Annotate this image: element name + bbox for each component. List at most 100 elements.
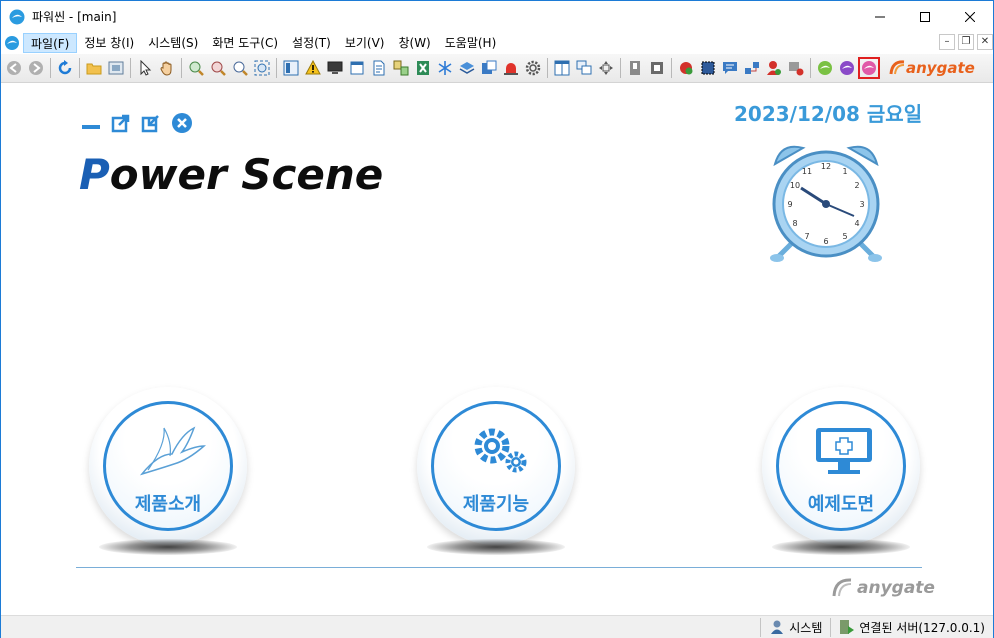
cascade-button[interactable] bbox=[573, 57, 595, 79]
forward-icon bbox=[29, 61, 43, 75]
button-shadow bbox=[99, 539, 237, 555]
monitor-icon bbox=[327, 61, 343, 74]
monitor-button[interactable] bbox=[324, 57, 346, 79]
menu-info-window[interactable]: 정보 창(I) bbox=[77, 33, 141, 53]
product-intro-button[interactable]: 제품소개 bbox=[89, 387, 247, 545]
zoom-in-button[interactable] bbox=[185, 57, 207, 79]
theme-pink-button[interactable] bbox=[858, 57, 880, 79]
message-button[interactable] bbox=[719, 57, 741, 79]
toolbar-separator bbox=[547, 58, 548, 78]
button-shadow bbox=[772, 539, 910, 555]
status-user: 시스템 bbox=[760, 617, 830, 637]
close-graphic-icon[interactable] bbox=[171, 112, 193, 134]
mdi-restore-button[interactable]: ❐ bbox=[958, 34, 974, 50]
refresh-button[interactable] bbox=[54, 57, 76, 79]
menu-file[interactable]: 파일(F) bbox=[23, 33, 78, 53]
settings-button[interactable] bbox=[522, 57, 544, 79]
menu-help[interactable]: 도움말(H) bbox=[438, 33, 504, 53]
minimize-graphic-icon[interactable] bbox=[81, 113, 101, 133]
menu-view[interactable]: 보기(V) bbox=[338, 33, 392, 53]
product-intro-label: 제품소개 bbox=[134, 494, 202, 515]
theme-purple-button[interactable] bbox=[836, 57, 858, 79]
calendar-button[interactable] bbox=[346, 57, 368, 79]
svg-text:9: 9 bbox=[787, 200, 792, 209]
menu-screen-tools[interactable]: 화면 도구(C) bbox=[205, 33, 285, 53]
minimize-button[interactable] bbox=[857, 1, 903, 32]
toolbar: anygate bbox=[1, 54, 993, 83]
maximize-icon bbox=[920, 11, 930, 22]
transfer-button[interactable] bbox=[390, 57, 412, 79]
footer-anygate-text: anygate bbox=[857, 578, 935, 598]
excel-button[interactable] bbox=[412, 57, 434, 79]
save-image-button[interactable] bbox=[105, 57, 127, 79]
split-view-button[interactable] bbox=[551, 57, 573, 79]
event-button[interactable] bbox=[675, 57, 697, 79]
anygate-swoosh-gray-icon bbox=[832, 578, 852, 597]
layers-button[interactable] bbox=[456, 57, 478, 79]
disconnect-button[interactable] bbox=[785, 57, 807, 79]
mdi-close-button[interactable]: ✕ bbox=[977, 34, 993, 50]
layers-icon bbox=[459, 62, 475, 74]
svg-text:5: 5 bbox=[842, 232, 847, 241]
snowflake-button[interactable] bbox=[434, 57, 456, 79]
anygate-logo-text: anygate bbox=[906, 59, 975, 77]
capture-button[interactable] bbox=[697, 57, 719, 79]
svg-text:12: 12 bbox=[821, 162, 831, 171]
siren-button[interactable] bbox=[500, 57, 522, 79]
example-drawings-button[interactable]: 예제도면 bbox=[762, 387, 920, 545]
zoom-out-button[interactable] bbox=[207, 57, 229, 79]
network-icon bbox=[745, 62, 759, 74]
alarm-warning-button[interactable] bbox=[302, 57, 324, 79]
product-features-button[interactable]: 제품기능 bbox=[417, 387, 575, 545]
maximize-button[interactable] bbox=[902, 1, 948, 32]
product-title: Power Scene bbox=[79, 150, 383, 199]
close-icon bbox=[965, 11, 975, 22]
pin-button[interactable] bbox=[624, 57, 646, 79]
pan-hand-button[interactable] bbox=[156, 57, 178, 79]
theme-green-button[interactable] bbox=[814, 57, 836, 79]
restore-graphic-icon[interactable] bbox=[111, 113, 131, 133]
svg-text:11: 11 bbox=[802, 167, 812, 176]
zoom-fit-button[interactable] bbox=[251, 57, 273, 79]
zoom-in-icon bbox=[189, 61, 204, 76]
toolbar-separator bbox=[79, 58, 80, 78]
split-view-icon bbox=[554, 60, 570, 76]
svg-text:2: 2 bbox=[854, 181, 859, 190]
example-drawings-ring: 예제도면 bbox=[776, 401, 906, 531]
anygate-swoosh-icon bbox=[889, 60, 905, 75]
cascade-icon bbox=[576, 60, 592, 75]
svg-text:3: 3 bbox=[859, 200, 864, 209]
toolbar-separator bbox=[620, 58, 621, 78]
maximize-graphic-icon[interactable] bbox=[141, 113, 161, 133]
toolbar-separator bbox=[276, 58, 277, 78]
close-button[interactable] bbox=[947, 1, 993, 32]
bird-icon bbox=[139, 426, 206, 476]
user-alarm-icon bbox=[767, 61, 781, 75]
status-connection-label: 연결된 서버(127.0.0.1) bbox=[859, 620, 985, 635]
zoom-100-button[interactable] bbox=[229, 57, 251, 79]
menu-window[interactable]: 창(W) bbox=[391, 33, 437, 53]
network-button[interactable] bbox=[741, 57, 763, 79]
app-window: 파워씬 - [main] 파일(F) 정보 창(I) 시스템(S) 화면 도구(… bbox=[0, 0, 994, 638]
status-bar: 시스템 연결된 서버(127.0.0.1) bbox=[1, 615, 993, 638]
forward-button[interactable] bbox=[25, 57, 47, 79]
mdi-doc-icon[interactable] bbox=[3, 35, 21, 51]
disconnect-icon bbox=[789, 62, 804, 76]
move-button[interactable] bbox=[595, 57, 617, 79]
panel-button[interactable] bbox=[280, 57, 302, 79]
folder-icon bbox=[86, 63, 102, 75]
select-pointer-button[interactable] bbox=[134, 57, 156, 79]
report-button[interactable] bbox=[368, 57, 390, 79]
exit-button[interactable] bbox=[646, 57, 668, 79]
menu-settings[interactable]: 설정(T) bbox=[285, 33, 338, 53]
product-features-label: 제품기능 bbox=[462, 494, 530, 515]
mdi-minimize-button[interactable]: – bbox=[939, 34, 955, 50]
open-folder-button[interactable] bbox=[83, 57, 105, 79]
database-button[interactable] bbox=[478, 57, 500, 79]
user-alarm-button[interactable] bbox=[763, 57, 785, 79]
back-button[interactable] bbox=[3, 57, 25, 79]
svg-text:6: 6 bbox=[823, 237, 828, 246]
menu-system[interactable]: 시스템(S) bbox=[141, 33, 205, 53]
current-date: 2023/12/08 금요일 bbox=[734, 102, 923, 126]
pointer-icon bbox=[140, 60, 152, 76]
